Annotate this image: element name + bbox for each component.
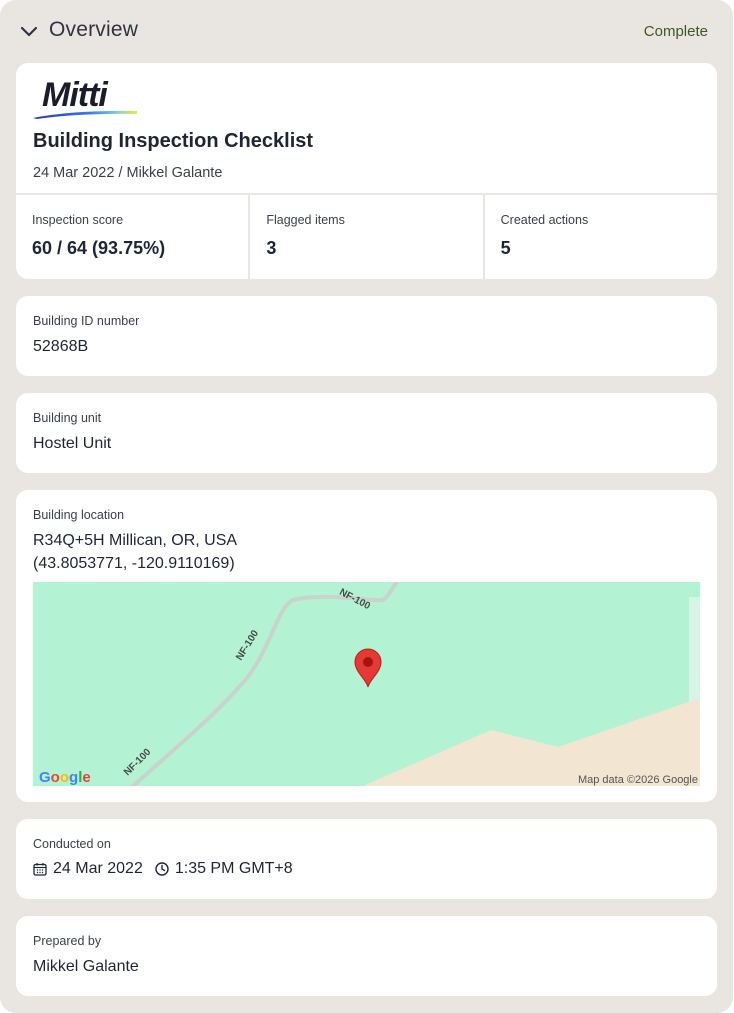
clock-icon — [155, 862, 169, 876]
stat-label: Created actions — [500, 213, 589, 227]
field-label: Building location — [33, 508, 125, 522]
stat-value: 3 — [266, 238, 277, 258]
overview-header[interactable]: Overview Complete — [0, 0, 733, 62]
field-label: Prepared by — [33, 934, 102, 948]
map-pin-icon[interactable] — [353, 648, 383, 688]
stat-created-actions[interactable]: Created actions 5 — [482, 195, 717, 279]
field-value: Hostel Unit — [33, 435, 112, 452]
field-building-id: Building ID number 52868B — [16, 296, 717, 376]
stat-label: Inspection score — [32, 213, 124, 227]
conducted-time: 1:35 PM GMT+8 — [174, 860, 293, 877]
stats-row: Inspection score 60 / 64 (93.75%) Flagge… — [16, 193, 717, 279]
calendar-icon — [33, 863, 47, 876]
location-coords: (43.8053771, -120.9110169) — [33, 555, 235, 572]
location-map[interactable]: NF-100 NF-100 NF-100 Google Map data ©20… — [33, 582, 700, 786]
location-address: R34Q+5H Millican, OR, USA — [33, 532, 238, 549]
field-building-unit: Building unit Hostel Unit — [16, 393, 717, 473]
field-conducted-on: Conducted on 24 Mar 2022 1:35 PM GMT+8 — [16, 819, 717, 899]
google-logo[interactable]: Google — [39, 769, 91, 786]
summary-card: Mitti Building Inspection Checklist 24 M… — [16, 63, 717, 279]
overview-panel: Overview Complete Mitti Building Inspect… — [0, 0, 733, 1013]
stat-value: 60 / 64 (93.75%) — [32, 238, 166, 258]
datetime-row: 24 Mar 2022 1:35 PM GMT+8 — [33, 860, 293, 878]
checklist-subtitle: 24 Mar 2022 / Mikkel Galante — [33, 165, 223, 181]
checklist-title: Building Inspection Checklist — [33, 130, 314, 152]
section-title: Overview — [49, 18, 139, 41]
field-prepared-by: Prepared by Mikkel Galante — [16, 916, 717, 996]
stat-value: 5 — [500, 238, 511, 258]
field-value: 52868B — [33, 338, 89, 355]
stat-label: Flagged items — [266, 213, 345, 227]
field-label: Building ID number — [33, 314, 140, 328]
brand-logo: Mitti — [33, 76, 143, 119]
stat-inspection-score: Inspection score 60 / 64 (93.75%) — [16, 195, 248, 279]
conducted-date: 24 Mar 2022 — [53, 860, 143, 877]
field-value: Mikkel Galante — [33, 958, 139, 975]
field-label: Building unit — [33, 411, 102, 425]
map-attribution: Map data ©2026 Google — [577, 774, 698, 786]
stat-flagged-items[interactable]: Flagged items 3 — [248, 195, 482, 279]
chevron-down-icon[interactable] — [20, 24, 38, 38]
logo-swoosh — [33, 110, 137, 119]
status-label: Complete — [643, 23, 708, 40]
field-label: Conducted on — [33, 837, 111, 851]
field-building-location: Building location R34Q+5H Millican, OR, … — [16, 490, 717, 802]
